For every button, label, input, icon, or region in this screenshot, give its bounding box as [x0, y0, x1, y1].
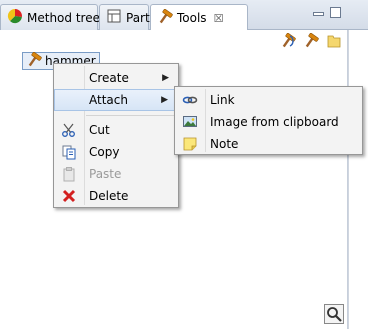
menu-item-label: Paste	[89, 167, 122, 181]
menu-item-label: Link	[210, 93, 235, 107]
folder-icon[interactable]	[326, 33, 342, 49]
minimize-view-button[interactable]	[313, 12, 324, 16]
submenu-item-link[interactable]: Link	[175, 89, 362, 111]
menu-item-label: Delete	[89, 189, 129, 203]
menu-item-label: Note	[210, 137, 239, 151]
menu-item-cut[interactable]: Cut	[54, 119, 178, 141]
context-menu: Create ▶ Attach ▶ Cut Copy Paste Delete	[53, 63, 179, 208]
tab-method-tree[interactable]: Method tree	[0, 4, 100, 30]
search-icon	[325, 307, 343, 326]
delete-icon	[61, 188, 77, 204]
menu-item-label: Image from clipboard	[210, 115, 339, 129]
paint-hammer-icon[interactable]	[280, 32, 296, 49]
tab-label: Tools	[177, 11, 207, 25]
hammer-icon	[26, 51, 42, 71]
view-tab-bar: Method tree Parts Tools ☒	[0, 0, 368, 31]
menu-item-delete[interactable]: Delete	[54, 185, 178, 207]
maximize-view-button[interactable]	[330, 7, 341, 18]
copy-icon	[61, 144, 77, 160]
submenu-item-note[interactable]: Note	[175, 133, 362, 155]
submenu-item-image-from-clipboard[interactable]: Image from clipboard	[175, 111, 362, 133]
close-icon[interactable]: ☒	[214, 12, 224, 25]
tab-parts[interactable]: Parts	[99, 4, 156, 30]
menu-item-paste[interactable]: Paste	[54, 163, 178, 185]
menu-item-create[interactable]: Create ▶	[54, 67, 178, 89]
search-button[interactable]	[324, 304, 344, 324]
attach-submenu: Link Image from clipboard Note	[174, 86, 363, 155]
note-icon	[182, 136, 198, 152]
menu-item-copy[interactable]: Copy	[54, 141, 178, 163]
side-strip	[348, 30, 368, 329]
image-icon	[182, 114, 198, 130]
hammer-icon[interactable]	[303, 32, 319, 49]
menu-item-attach[interactable]: Attach ▶	[54, 89, 178, 111]
link-icon	[182, 92, 198, 108]
menu-item-label: Cut	[89, 123, 110, 137]
tab-tools[interactable]: Tools ☒	[150, 4, 248, 31]
menu-item-label: Create	[89, 71, 129, 85]
paste-icon	[61, 166, 77, 182]
scissors-icon	[61, 122, 77, 138]
submenu-arrow-icon: ▶	[162, 73, 169, 83]
tab-label: Method tree	[27, 10, 100, 25]
parts-icon	[106, 8, 122, 27]
hammer-icon	[157, 8, 173, 28]
method-tree-icon	[7, 8, 23, 27]
submenu-arrow-icon: ▶	[161, 95, 168, 105]
menu-item-label: Copy	[89, 145, 120, 159]
menu-item-label: Attach	[89, 93, 128, 107]
menu-separator	[86, 115, 175, 116]
